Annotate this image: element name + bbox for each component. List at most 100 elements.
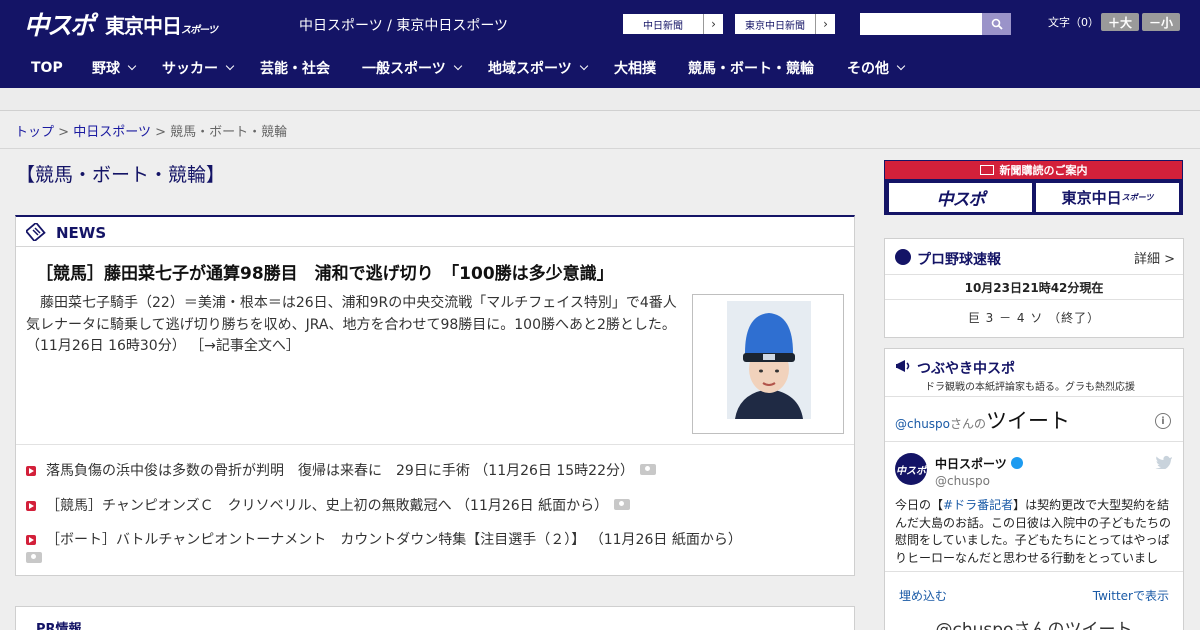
- news-item-date: （11月26日 15時22分）: [474, 463, 634, 479]
- site-logo[interactable]: 中スポ 東京中日スポーツ: [24, 8, 218, 40]
- npb-timestamp: 10月23日21時42分現在: [964, 281, 1104, 295]
- tweets-footer-link[interactable]: @chuspoさんのツイート: [885, 615, 1183, 630]
- breadcrumb-separator: >: [58, 125, 70, 140]
- lead-article-photo[interactable]: [692, 294, 844, 434]
- twitter-panel: つぶやき中スポ ドラ観戦の本紙評論家も語る。グラも熱烈応援 @chuspoさんの…: [884, 348, 1184, 630]
- envelope-icon: [979, 165, 994, 175]
- font-smaller-button[interactable]: －小: [1142, 13, 1180, 31]
- news-item-title: ［競馬］チャンピオンズＣ クリソベリル、史上初の無敗戴冠へ: [46, 498, 452, 514]
- subscription-banner-top: 新聞購読のご案内: [885, 161, 1182, 179]
- npb-scores-panel: プロ野球速報 詳細 > 10月23日21時42分現在 巨 3 － 4 ソ （終了…: [884, 238, 1184, 338]
- nav-item-racing[interactable]: 競馬・ボート・競輪: [688, 48, 814, 88]
- nav-item-top[interactable]: TOP: [31, 48, 63, 88]
- npb-details-link[interactable]: 詳細 >: [1134, 248, 1175, 267]
- logo-chuspo: 中スポ: [24, 11, 95, 40]
- tweet-widget-title: @chuspoさんのツイート: [895, 405, 1070, 435]
- twitter-panel-header: つぶやき中スポ ドラ観戦の本紙評論家も語る。グラも熱烈応援: [885, 349, 1183, 397]
- chevron-down-icon: [579, 61, 588, 71]
- subscription-label: 新聞購読のご案内: [999, 164, 1088, 177]
- subscribe-chuspo-button[interactable]: 中スポ: [889, 183, 1032, 212]
- subscription-banner[interactable]: 新聞購読のご案内 中スポ 東京中日 スポーツ: [884, 160, 1183, 215]
- breadcrumb-separator: >: [155, 125, 166, 140]
- top-bar: 中スポ 東京中日スポーツ 中日スポーツ / 東京中日スポーツ 中日新聞 › 東京…: [0, 0, 1200, 48]
- tweet-text: 今日の【#ドラ番記者】は契約更改で大型契約を結んだ大島のお話。この日彼は入院中の…: [895, 498, 1172, 565]
- news-item-date: （11月26日 紙面から）: [456, 498, 609, 514]
- chevron-down-icon: [896, 61, 906, 71]
- breadcrumb-chunichi-sports[interactable]: 中日スポーツ: [73, 125, 151, 140]
- news-heading: NEWS: [56, 224, 107, 242]
- view-on-twitter-link[interactable]: Twitterで表示: [1093, 587, 1169, 604]
- tweet-widget-handle[interactable]: @chuspo: [895, 417, 950, 431]
- news-item-date: （11月26日 紙面から）: [589, 532, 742, 548]
- font-larger-button[interactable]: ＋大: [1101, 13, 1139, 31]
- jockey-portrait-icon: [727, 301, 811, 419]
- search-icon: [991, 18, 1003, 30]
- play-bullet-icon: [26, 535, 36, 545]
- news-header: NEWS: [16, 217, 854, 247]
- site-name: 中日スポーツ / 東京中日スポーツ: [299, 18, 509, 34]
- nav-item-entertainment[interactable]: 芸能・社会: [260, 48, 330, 88]
- chunichi-shimbun-label: 中日新聞: [643, 20, 683, 32]
- nav-item-label: その他: [847, 61, 889, 77]
- tweet-account-handle[interactable]: @chuspo: [935, 474, 990, 488]
- nav-item-sumo[interactable]: 大相撲: [614, 48, 656, 88]
- chevron-down-icon: [127, 61, 137, 71]
- divider: [885, 571, 1183, 572]
- hashtag-link[interactable]: #ドラ番記者: [943, 498, 1013, 512]
- divider: [16, 444, 854, 445]
- nav-item-label: 大相撲: [614, 61, 656, 77]
- breadcrumb-current: 競馬・ボート・競輪: [170, 125, 288, 140]
- main-nav: TOP 野球 サッカー 芸能・社会 一般スポーツ 地域スポーツ 大相撲 競馬・ボ…: [0, 48, 1200, 88]
- nav-item-label: TOP: [31, 60, 63, 76]
- lead-article-title[interactable]: ［競馬］藤田菜七子が通算98勝目 浦和で逃げ切り 「100勝は多少意識」: [36, 259, 614, 284]
- megaphone-icon: [896, 360, 910, 372]
- search-button[interactable]: [982, 13, 1011, 35]
- camera-icon: [614, 499, 631, 510]
- breadcrumb-top[interactable]: トップ: [15, 125, 54, 140]
- npb-header: プロ野球速報 詳細 >: [885, 239, 1183, 275]
- play-bullet-icon: [26, 501, 36, 511]
- chevron-right-icon: ›: [703, 14, 723, 34]
- list-item[interactable]: ［競馬］チャンピオンズＣ クリソベリル、史上初の無敗戴冠へ （11月26日 紙面…: [26, 495, 631, 515]
- read-full-article-link[interactable]: ［→記事全文へ］: [190, 338, 300, 354]
- play-bullet-icon: [26, 466, 36, 476]
- tokyo-shimbun-link[interactable]: 東京中日新聞 ›: [734, 13, 836, 35]
- nav-item-general-sports[interactable]: 一般スポーツ: [362, 48, 462, 88]
- divider: [885, 299, 1183, 300]
- npb-title: プロ野球速報: [917, 252, 1001, 268]
- chevron-right-icon: ›: [815, 14, 835, 34]
- divider: [885, 441, 1183, 442]
- nav-item-label: 競馬・ボート・競輪: [688, 61, 814, 77]
- logo-tokyo-chunichi: 東京中日スポーツ: [105, 13, 218, 38]
- tweet-widget-san: さんの: [950, 417, 987, 431]
- tokyo-shimbun-label: 東京中日新聞: [745, 20, 805, 32]
- pr-panel: PR情報: [15, 606, 855, 630]
- nav-item-other[interactable]: その他: [847, 48, 906, 88]
- camera-icon: [640, 464, 656, 475]
- nav-item-label: 野球: [92, 61, 120, 77]
- breadcrumb: トップ > 中日スポーツ > 競馬・ボート・競輪: [15, 121, 287, 140]
- subscribe-tokyo-chunichi-button[interactable]: 東京中日 スポーツ: [1036, 183, 1179, 212]
- search-input[interactable]: [860, 13, 982, 35]
- list-item[interactable]: ［ボート］バトルチャンピオントーナメント カウントダウン特集【注目選手（２）】 …: [26, 529, 742, 549]
- sub-nav-strip: [0, 88, 1200, 111]
- avatar[interactable]: 中スポ: [895, 453, 927, 485]
- nav-item-label: サッカー: [162, 61, 218, 77]
- baseball-icon: [895, 249, 911, 265]
- nav-item-regional-sports[interactable]: 地域スポーツ: [488, 48, 588, 88]
- pr-heading: PR情報: [36, 622, 82, 630]
- news-item-title: 落馬負傷の浜中俊は多数の骨折が判明 復帰は来春に 29日に手術: [46, 463, 470, 479]
- chunichi-shimbun-link[interactable]: 中日新聞 ›: [622, 13, 724, 35]
- nav-item-label: 芸能・社会: [260, 61, 330, 77]
- list-item[interactable]: 落馬負傷の浜中俊は多数の骨折が判明 復帰は来春に 29日に手術 （11月26日 …: [26, 460, 656, 480]
- info-icon[interactable]: i: [1155, 413, 1171, 429]
- newspaper-icon: [26, 223, 46, 241]
- tweet-account-name[interactable]: 中日スポーツ: [935, 455, 1023, 472]
- nav-item-soccer[interactable]: サッカー: [162, 48, 235, 88]
- embed-link[interactable]: 埋め込む: [899, 587, 947, 604]
- twitter-bird-icon[interactable]: [1155, 455, 1173, 469]
- nav-item-label: 地域スポーツ: [488, 61, 572, 77]
- npb-score-row[interactable]: 巨 3 － 4 ソ （終了）: [885, 309, 1183, 326]
- page-title: 【競馬・ボート・競輪】: [16, 164, 226, 186]
- nav-item-baseball[interactable]: 野球: [92, 48, 137, 88]
